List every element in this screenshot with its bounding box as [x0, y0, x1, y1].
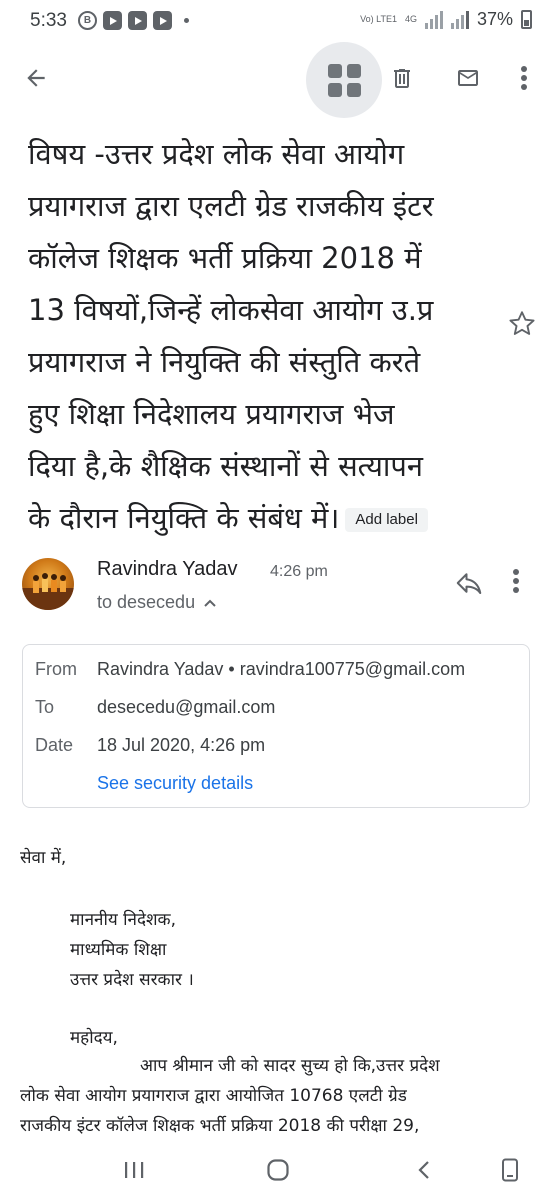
to-row: To desecedu@gmail.com: [35, 697, 275, 718]
signal-icon-2: [450, 10, 469, 29]
add-label-chip[interactable]: Add label: [345, 508, 428, 532]
body-line: लोक सेवा आयोग प्रयागराज द्वारा आयोजित 10…: [20, 1086, 407, 1106]
back-button[interactable]: [12, 54, 60, 102]
phone-icon: [502, 1158, 518, 1182]
more-notifications-dot-icon: [184, 18, 189, 23]
recipient-toggle[interactable]: to desecedu: [97, 592, 217, 613]
message-more-button[interactable]: [512, 568, 536, 600]
to-label: To: [35, 697, 55, 717]
recent-apps-button[interactable]: [114, 1154, 154, 1186]
body-line: माध्यमिक शिक्षा: [70, 940, 167, 960]
body-line: आप श्रीमान जी को सादर सुच्य हो कि,उत्तर …: [140, 1056, 440, 1076]
mark-unread-button[interactable]: [444, 54, 492, 102]
apps-grid-icon: [327, 63, 361, 97]
delete-button[interactable]: [378, 54, 426, 102]
subject-line: के दौरान नियुक्ति के संबंध में। Add label: [28, 492, 504, 544]
date-label: Date: [35, 735, 74, 755]
from-value[interactable]: Ravindra Yadav • ravindra100775@gmail.co…: [97, 659, 465, 680]
volte-indicator: Vo) LTE1: [360, 14, 397, 24]
security-details-link[interactable]: See security details: [97, 773, 253, 794]
mail-icon: [458, 70, 478, 86]
youtube-notification-icon: [128, 11, 147, 30]
reply-icon: [456, 573, 482, 594]
avatar-photo-icon: [22, 573, 74, 610]
recipient-summary: to desecedu: [97, 592, 196, 612]
star-button[interactable]: [506, 308, 538, 340]
notification-icons: B: [78, 11, 189, 30]
from-label: From: [35, 659, 77, 679]
home-button[interactable]: [258, 1154, 298, 1186]
delete-icon: [394, 69, 410, 88]
body-line: उत्तर प्रदेश सरकार ।: [70, 970, 194, 990]
battery-icon: [521, 10, 532, 29]
email-subject: विषय -उत्तर प्रदेश लोक सेवा आयोग प्रयागर…: [28, 128, 504, 544]
to-value[interactable]: desecedu@gmail.com: [97, 697, 275, 718]
battery-percent: 37%: [476, 9, 513, 29]
subject-line: 13 विषयों,जिन्हें लोकसेवा आयोग उ.प्र: [28, 293, 434, 327]
recent-apps-icon: [125, 1162, 144, 1178]
b-notification-icon: B: [78, 11, 97, 30]
system-navigation-bar: [0, 1140, 554, 1200]
date-row: Date 18 Jul 2020, 4:26 pm: [35, 735, 265, 756]
sender-name[interactable]: Ravindra Yadav: [97, 558, 237, 581]
system-status: Vo) LTE1 4G 37%: [360, 9, 532, 30]
star-outline-icon: [509, 311, 535, 335]
subject-line: प्रयागराज द्वारा एलटी ग्रेड राजकीय इंटर: [28, 189, 434, 223]
body-line: सेवा में,: [20, 848, 67, 868]
from-row: From Ravindra Yadav • ravindra100775@gma…: [35, 659, 465, 680]
subject-line: दिया है,के शैक्षिक संस्थानों से सत्यापन: [28, 449, 423, 483]
youtube-notification-icon: [103, 11, 122, 30]
subject-line: कॉलेज शिक्षक भर्ती प्रक्रिया 2018 में: [28, 241, 422, 275]
chevron-up-icon: [204, 599, 216, 607]
back-chevron-icon: [418, 1161, 429, 1179]
body-line: माननीय निदेशक,: [70, 910, 176, 930]
more-vert-icon: [521, 66, 527, 90]
message-details-card: From Ravindra Yadav • ravindra100775@gma…: [22, 644, 530, 808]
sent-time: 4:26 pm: [270, 563, 328, 580]
status-time: 5:33: [30, 10, 67, 31]
more-vert-icon: [513, 569, 519, 593]
home-icon: [267, 1159, 289, 1181]
back-nav-button[interactable]: [404, 1154, 444, 1186]
subject-line: विषय -उत्तर प्रदेश लोक सेवा आयोग: [28, 137, 405, 171]
reply-button[interactable]: [454, 568, 486, 600]
apps-button[interactable]: [306, 42, 382, 118]
sender-avatar[interactable]: [22, 558, 74, 610]
screen-switch-button[interactable]: [490, 1154, 530, 1186]
back-arrow-icon: [27, 69, 45, 87]
more-options-button[interactable]: [500, 54, 548, 102]
email-toolbar: [0, 42, 554, 118]
subject-line: हुए शिक्षा निदेशालय प्रयागराज भेज: [28, 397, 395, 431]
status-bar: 5:33 B Vo) LTE1 4G 37%: [0, 0, 554, 42]
body-line: महोदय,: [70, 1028, 118, 1048]
date-value: 18 Jul 2020, 4:26 pm: [97, 735, 266, 755]
signal-icon: [424, 10, 443, 29]
subject-line-text: के दौरान नियुक्ति के संबंध में।: [28, 501, 340, 535]
youtube-notification-icon: [153, 11, 172, 30]
subject-line: प्रयागराज ने नियुक्ति की संस्तुति करते: [28, 345, 421, 379]
body-line: राजकीय इंटर कॉलेज शिक्षक भर्ती प्रक्रिया…: [20, 1116, 420, 1136]
network-type: 4G: [404, 14, 417, 24]
